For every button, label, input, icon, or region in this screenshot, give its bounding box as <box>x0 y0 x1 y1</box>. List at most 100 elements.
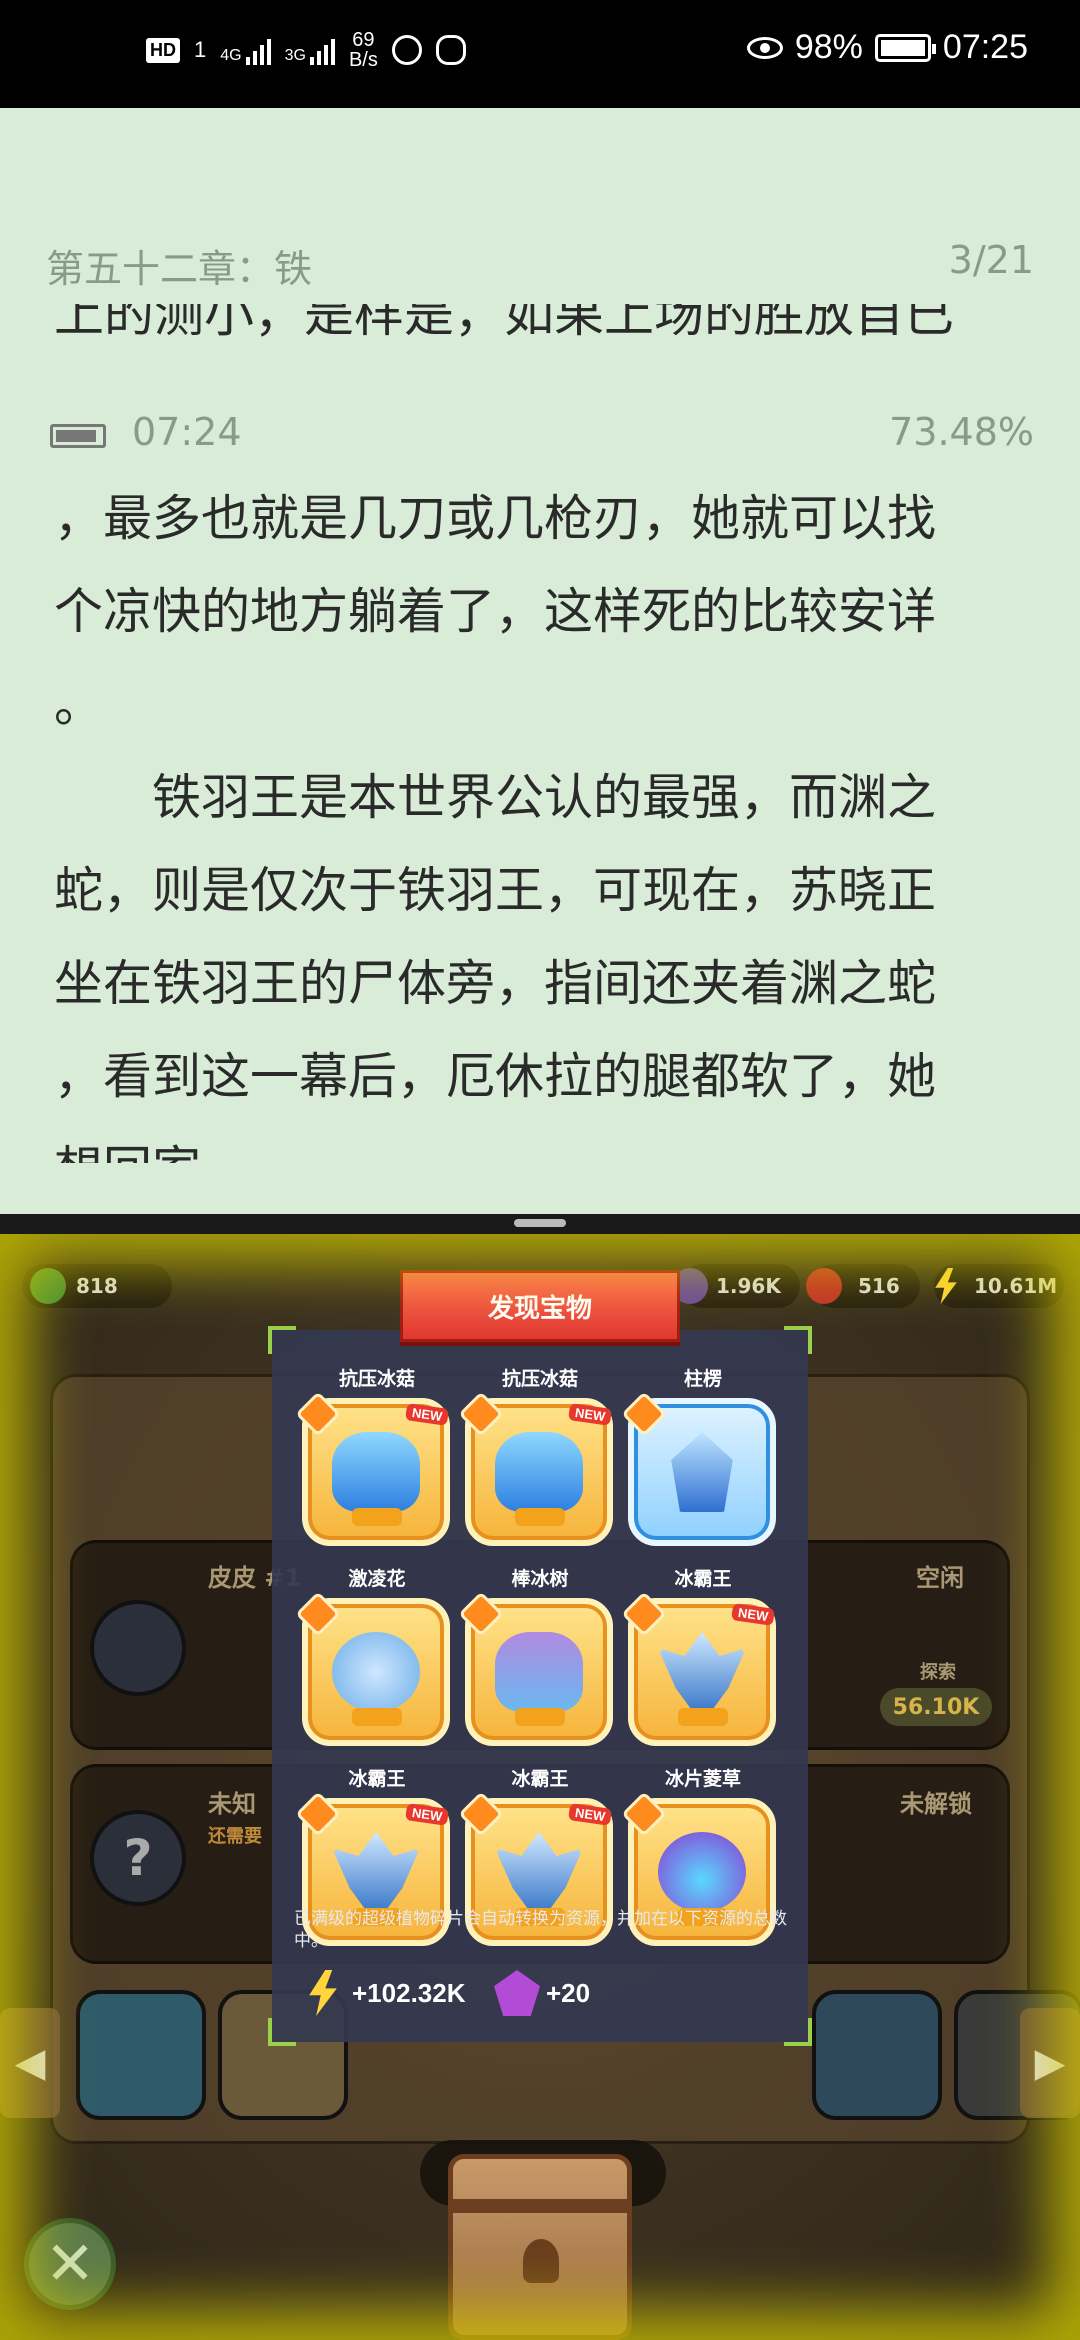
character-card[interactable] <box>812 1990 942 2120</box>
ice-cream-flower-icon <box>332 1632 420 1712</box>
novel-reader[interactable]: 第五十二章：铁 3/21 上的测小，是样是，如果上场的胜放自已 07:24 73… <box>0 108 1080 1214</box>
item-name: 冰霸王 <box>674 1569 732 1590</box>
text-line: ，看到这一幕后，厄休拉的腿都软了，她 <box>54 1048 937 1105</box>
ice-water-chestnut-icon <box>658 1832 746 1912</box>
fragment-icon <box>621 1591 667 1637</box>
explore-value: 56.10K <box>892 1694 980 1720</box>
gem-reward: +20 <box>494 1968 590 2018</box>
sprout-icon <box>523 2239 559 2283</box>
ice-king-icon <box>495 1832 583 1912</box>
ruby-icon <box>806 1268 842 1304</box>
close-button[interactable]: ✕ <box>24 2218 116 2310</box>
treasure-item[interactable]: 激凌花 <box>295 1566 452 1746</box>
text-line: 铁羽王是本世界公认的最强，而渊之 <box>54 769 937 826</box>
item-name: 冰片菱草 <box>664 1769 741 1790</box>
ice-mushroom-icon <box>332 1432 420 1512</box>
energy-reward-value: +102.32K <box>352 1977 466 2008</box>
item-tile[interactable]: NEW <box>295 1391 450 1546</box>
resource2-value: 516 <box>858 1274 900 1298</box>
corner-decoration <box>784 2018 812 2046</box>
ice-king-icon <box>332 1832 420 1912</box>
corner-decoration <box>268 2018 296 2046</box>
item-name: 冰霸王 <box>511 1769 569 1790</box>
reading-progress: 73.48% <box>889 410 1034 454</box>
treasure-item[interactable]: 柱楞 <box>621 1366 778 1546</box>
slot2-name: 未知 <box>208 1790 256 1818</box>
item-tile[interactable]: NEW <box>621 1591 776 1746</box>
text-line: 。 <box>54 676 104 733</box>
item-name: 激凌花 <box>348 1569 406 1590</box>
gem-icon <box>494 1970 540 2016</box>
prev-arrow-button[interactable]: ◀ <box>0 2008 60 2118</box>
treasure-chest-button[interactable] <box>448 2154 632 2340</box>
close-icon: ✕ <box>44 2229 96 2299</box>
fragment-icon <box>621 1791 667 1837</box>
item-name: 棒冰树 <box>511 1569 569 1590</box>
next-arrow-button[interactable]: ▶ <box>1020 2008 1080 2118</box>
level-hud: 818 <box>22 1264 172 1308</box>
text-line: 个凉快的地方躺着了，这样死的比较安详 <box>54 583 937 640</box>
item-tile[interactable] <box>621 1391 776 1546</box>
ice-mushroom-icon <box>495 1432 583 1512</box>
treasure-item[interactable]: 冰霸王 NEW <box>621 1566 778 1746</box>
fragment-icon <box>458 1791 504 1837</box>
item-tile[interactable] <box>458 1591 613 1746</box>
treasure-found-dialog[interactable]: 发现宝物 抗压冰菇 NEW 抗压冰菇 NEW 柱楞 激凌花 棒冰树 冰霸王 NE… <box>268 1270 812 2046</box>
treasure-item[interactable]: 抗压冰菇 NEW <box>458 1366 615 1546</box>
character-card[interactable] <box>76 1990 206 2120</box>
locked-slot-icon: ? <box>90 1810 186 1906</box>
next-arrow-icon: ▶ <box>1034 2040 1066 2086</box>
gem-reward-value: +20 <box>546 1977 591 2008</box>
split-handle[interactable] <box>514 1219 566 1227</box>
new-badge: NEW <box>730 1603 775 1626</box>
item-tile[interactable] <box>295 1591 450 1746</box>
speed-unit: B/s <box>348 49 378 71</box>
signal-3g-icon: 3G <box>285 35 335 65</box>
treasure-item[interactable]: 抗压冰菇 NEW <box>295 1366 452 1546</box>
fragment-icon <box>458 1591 504 1637</box>
explore-button[interactable]: 56.10K <box>880 1688 992 1726</box>
speed-value: 69 <box>352 29 375 51</box>
chapter-title: 第五十二章：铁 <box>46 247 313 291</box>
slot1-status: 空闲 <box>916 1564 964 1592</box>
energy-icon <box>309 1970 337 2016</box>
fragment-icon <box>621 1391 667 1437</box>
reader-time: 07:24 <box>132 410 242 454</box>
explore-label: 探索 <box>920 1662 956 1683</box>
item-tile[interactable]: NEW <box>458 1391 613 1546</box>
ice-king-icon <box>658 1632 746 1712</box>
level-icon <box>30 1268 66 1304</box>
fragment-icon <box>295 1791 341 1837</box>
prev-arrow-icon: ◀ <box>14 2040 46 2086</box>
text-line: 蛇，则是仅次于铁羽王，可现在，苏晓正 <box>54 862 937 919</box>
treasure-item[interactable]: 棒冰树 <box>458 1566 615 1746</box>
slot1-avatar <box>90 1600 186 1696</box>
energy-value: 10.61M <box>974 1274 1058 1298</box>
item-name: 冰霸王 <box>348 1769 406 1790</box>
new-badge: NEW <box>567 1803 612 1826</box>
popsicle-tree-icon <box>495 1632 583 1712</box>
corner-decoration <box>268 1326 296 1354</box>
pot-icon <box>352 1508 402 1526</box>
new-badge: NEW <box>404 1403 449 1426</box>
item-name: 抗压冰菇 <box>338 1369 415 1390</box>
pot-icon <box>352 1708 402 1726</box>
text-line: 想回家。 <box>54 1123 1034 1163</box>
energy-hud: 10.61M <box>934 1264 1064 1308</box>
partial-text-line: 上的测小，是样是，如果上场的胜放自已 <box>54 304 954 340</box>
conversion-note: 已满级的超级植物碎片会自动转换为资源，并加在以下资源的总数中。 <box>294 1909 787 1950</box>
game-app[interactable]: 818 1.96K 516 10.61M 皮皮 #1 空闲 探索 56.10K … <box>0 1234 1080 2340</box>
chapter-text[interactable]: ，最多也就是几刀或几枪刃，她就可以找 个凉快的地方躺着了，这样死的比较安详 。 … <box>54 472 1034 1163</box>
slot2-sub: 还需要 <box>208 1826 262 1847</box>
resource1-hud: 1.96K <box>672 1264 800 1308</box>
coins-value: 818 <box>76 1274 118 1298</box>
new-badge: NEW <box>567 1403 612 1426</box>
dialog-title-banner: 发现宝物 <box>381 1270 699 1345</box>
slot2-status: 未解锁 <box>900 1790 972 1818</box>
app-notification-icon <box>435 35 466 65</box>
pot-icon <box>678 1708 728 1726</box>
network-speed: 69 B/s <box>349 30 378 70</box>
net2-label: 3G <box>284 47 306 64</box>
item-name: 抗压冰菇 <box>501 1369 578 1390</box>
net1-label: 4G <box>220 47 242 64</box>
